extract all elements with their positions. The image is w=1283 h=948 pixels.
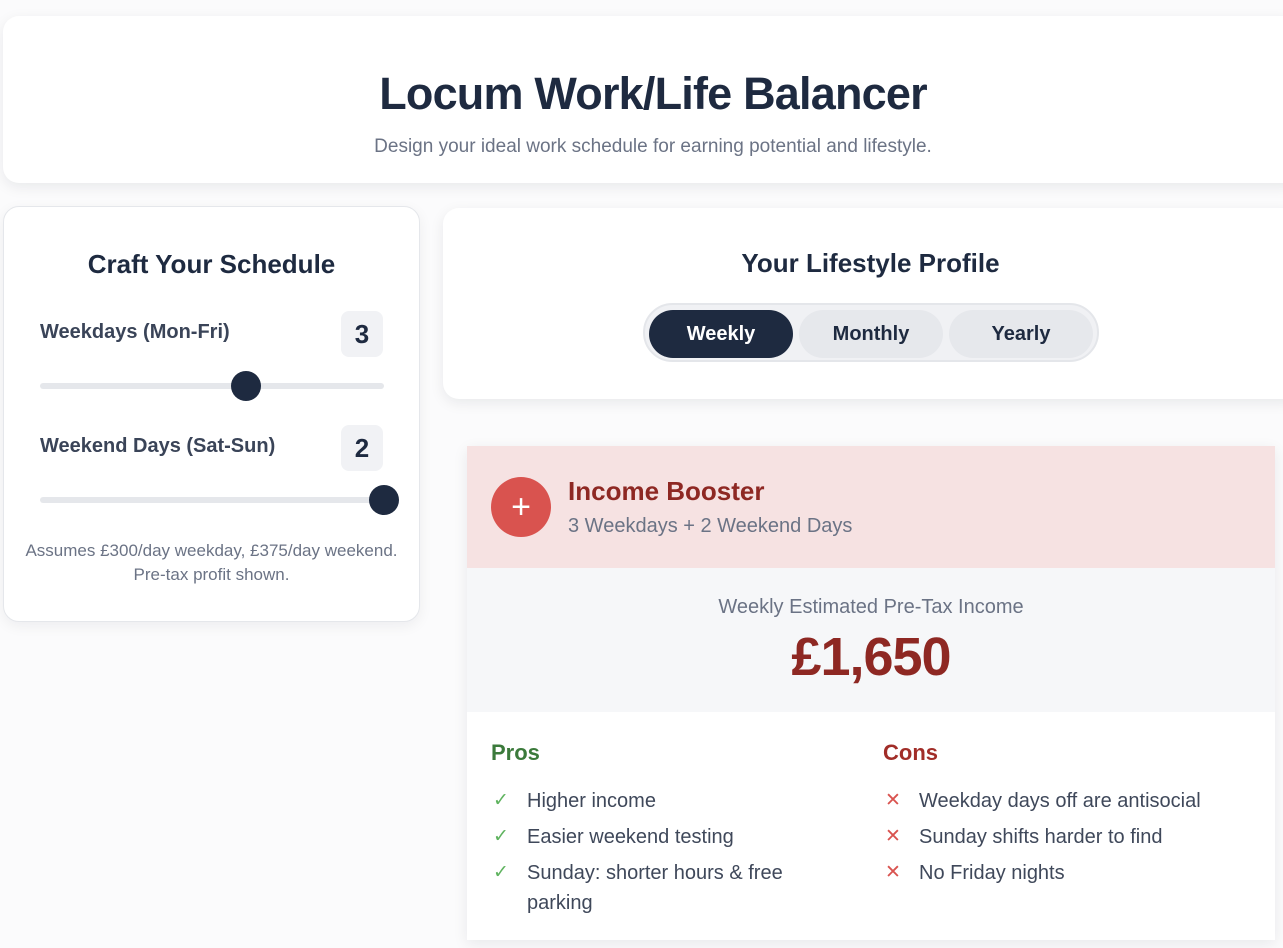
weekend-label: Weekend Days (Sat-Sun): [40, 435, 276, 457]
weekend-value: 2: [341, 425, 383, 471]
weekend-slider[interactable]: [40, 485, 399, 515]
income-value: £1,650: [791, 627, 951, 687]
page-title: Locum Work/Life Balancer: [379, 68, 927, 119]
weekdays-value: 3: [341, 311, 383, 357]
schedule-title: Craft Your Schedule: [87, 249, 336, 279]
result-subtitle: 3 Weekdays + 2 Weekend Days: [568, 515, 853, 537]
pro-text: Easier weekend testing: [527, 826, 734, 848]
cons-title: Cons: [883, 740, 938, 765]
income-label: Weekly Estimated Pre-Tax Income: [718, 596, 1024, 618]
cross-icon: ✕: [885, 790, 901, 811]
con-text: No Friday nights: [919, 862, 1065, 884]
pros-list: ✓ Higher income ✓ Easier weekend testing ✓…: [491, 786, 831, 924]
weekend-slider-thumb[interactable]: [369, 485, 399, 515]
pros-title: Pros: [491, 740, 540, 765]
result-title: Income Booster: [568, 476, 765, 506]
list-item: ✓ Easier weekend testing: [491, 822, 831, 852]
cross-icon: ✕: [885, 862, 901, 883]
income-panel: Weekly Estimated Pre-Tax Income £1,650: [467, 568, 1275, 712]
list-item: ✓ Higher income: [491, 786, 831, 816]
list-item: ✕ Sunday shifts harder to find: [883, 822, 1263, 852]
tab-yearly[interactable]: Yearly: [949, 310, 1093, 358]
con-text: Sunday shifts harder to find: [919, 826, 1163, 848]
schedule-card: Craft Your Schedule Weekdays (Mon-Fri) 3…: [3, 206, 420, 622]
result-card: + Income Booster 3 Weekdays + 2 Weekend …: [467, 446, 1275, 940]
check-icon: ✓: [493, 790, 509, 811]
tab-monthly[interactable]: Monthly: [799, 310, 943, 358]
result-header: + Income Booster 3 Weekdays + 2 Weekend …: [467, 446, 1275, 568]
profile-card: Your Lifestyle Profile Weekly Monthly Ye…: [443, 208, 1283, 399]
tab-weekly[interactable]: Weekly: [649, 310, 793, 358]
weekdays-slider-thumb[interactable]: [231, 371, 262, 401]
profile-title: Your Lifestyle Profile: [741, 248, 1000, 278]
check-icon: ✓: [493, 826, 509, 847]
period-toggle: Weekly Monthly Yearly: [643, 303, 1099, 362]
header-card: Locum Work/Life Balancer Design your ide…: [3, 16, 1283, 183]
plus-icon: +: [491, 477, 551, 537]
page: Locum Work/Life Balancer Design your ide…: [0, 0, 1283, 948]
pro-text: Higher income: [527, 790, 656, 812]
cross-icon: ✕: [885, 826, 901, 847]
list-item: ✓ Sunday: shorter hours & free parking: [491, 858, 831, 918]
check-icon: ✓: [493, 862, 509, 883]
assumption-note: Assumes £300/day weekday, £375/day weeke…: [25, 541, 398, 584]
list-item: ✕ No Friday nights: [883, 858, 1263, 888]
cons-list: ✕ Weekday days off are antisocial ✕ Sunday…: [883, 786, 1263, 894]
pro-text: Sunday: shorter hours & free parking: [527, 862, 783, 914]
list-item: ✕ Weekday days off are antisocial: [883, 786, 1263, 816]
weekdays-label: Weekdays (Mon-Fri): [40, 321, 230, 343]
con-text: Weekday days off are antisocial: [919, 790, 1201, 812]
page-subtitle: Design your ideal work schedule for earn…: [374, 136, 932, 157]
weekdays-slider[interactable]: [40, 371, 384, 401]
